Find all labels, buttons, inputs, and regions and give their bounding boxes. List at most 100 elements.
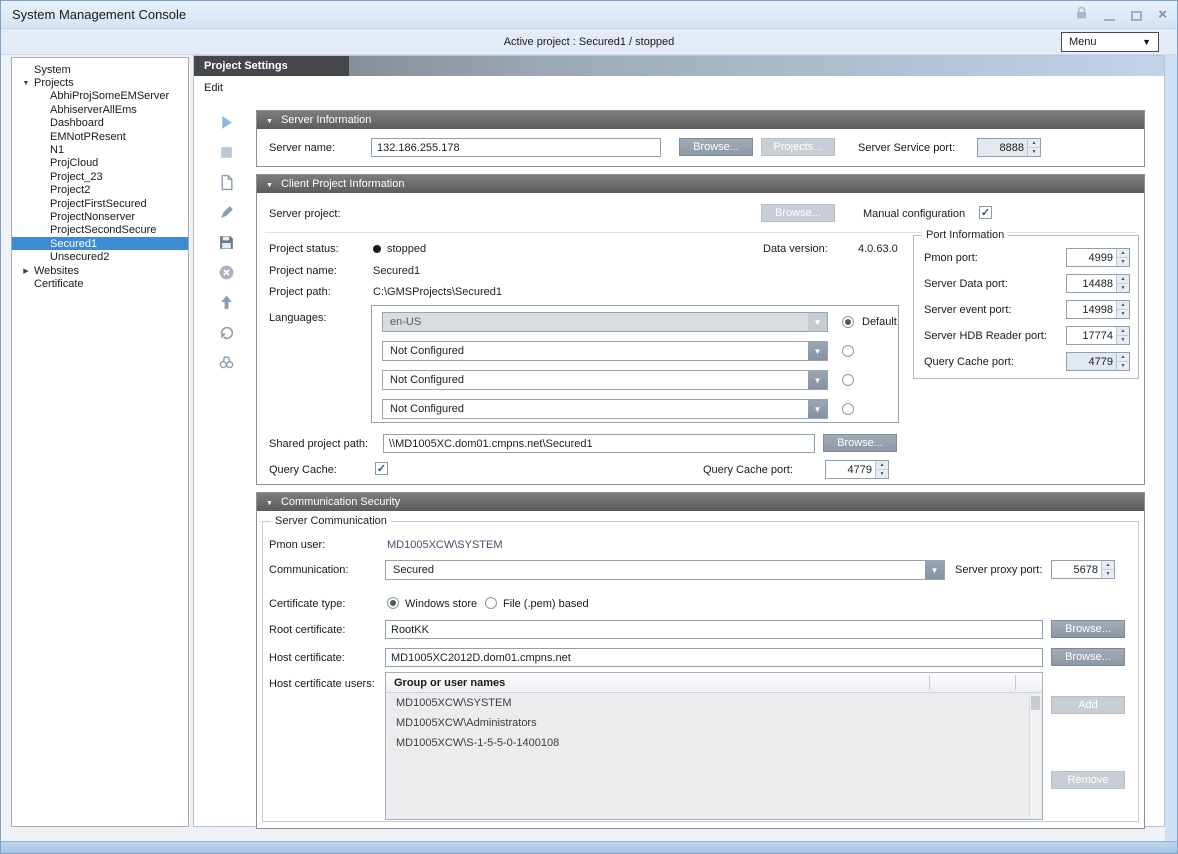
language-dropdown-1[interactable]: en-US ▼ (382, 312, 828, 332)
tab-project-settings[interactable]: Project Settings (194, 56, 349, 76)
server-information-header[interactable]: ▼Server Information (257, 111, 1144, 129)
spinner-arrows-icon[interactable]: ▲▼ (875, 461, 888, 478)
language-default-radio-1[interactable] (842, 316, 854, 328)
spinner-arrows-icon[interactable]: ▲▼ (1116, 275, 1129, 292)
tree-item-websites[interactable]: ▶Websites (12, 264, 188, 277)
port-input[interactable] (1067, 249, 1116, 266)
tree-item-project2[interactable]: Project2 (12, 184, 188, 197)
tree-item-secured1[interactable]: Secured1 (12, 237, 188, 250)
tree-item-dashboard[interactable]: Dashboard (12, 117, 188, 130)
port-spinbox[interactable]: ▲▼ (1066, 300, 1130, 319)
start-project-icon[interactable] (218, 114, 235, 131)
communication-security-header[interactable]: ▼Communication Security (257, 493, 1144, 511)
host-certificate-users-list[interactable]: Group or user names MD1005XCW\SYSTEMMD10… (385, 672, 1043, 820)
language-dropdown-4[interactable]: Not Configured ▼ (382, 399, 828, 419)
cert-user-row[interactable]: MD1005XCW\SYSTEM (386, 693, 1042, 713)
cancel-icon[interactable] (218, 264, 235, 281)
tree-item-certificate[interactable]: Certificate (12, 277, 188, 290)
server-proxy-port-input[interactable] (1052, 561, 1101, 578)
find-icon[interactable] (218, 354, 235, 371)
tree-item-project-23[interactable]: Project_23 (12, 170, 188, 183)
chevron-down-icon[interactable]: ▼ (808, 313, 827, 331)
projects-button[interactable]: Projects... (761, 138, 835, 156)
query-cache-checkbox[interactable] (375, 462, 388, 475)
client-project-information-header[interactable]: ▼Client Project Information (257, 175, 1144, 193)
restore-icon[interactable] (218, 324, 235, 341)
tree-item-projectfirstsecured[interactable]: ProjectFirstSecured (12, 197, 188, 210)
service-port-spinbox[interactable]: ▲▼ (977, 138, 1041, 157)
port-spinbox[interactable]: ▲▼ (1066, 352, 1130, 371)
port-spinbox[interactable]: ▲▼ (1066, 274, 1130, 293)
port-input[interactable] (1067, 353, 1116, 370)
spinner-arrows-icon[interactable]: ▲▼ (1116, 249, 1129, 266)
maximize-button[interactable] (1131, 11, 1142, 21)
host-certificate-input[interactable] (385, 648, 1043, 667)
cert-user-row[interactable]: MD1005XCW\S-1-5-5-0-1400108 (386, 733, 1042, 753)
minimize-button[interactable] (1104, 9, 1115, 21)
cert-user-row[interactable]: MD1005XCW\Administrators (386, 713, 1042, 733)
server-name-input[interactable] (371, 138, 661, 157)
root-certificate-browse-button[interactable]: Browse... (1051, 620, 1125, 638)
manual-configuration-checkbox[interactable] (979, 206, 992, 219)
tree-item-abhiprojsomeemserver[interactable]: AbhiProjSomeEMServer (12, 90, 188, 103)
windows-store-radio[interactable] (387, 597, 399, 609)
communication-dropdown[interactable]: Secured ▼ (385, 560, 945, 580)
language-default-radio-4[interactable] (842, 403, 854, 415)
spinner-arrows-icon[interactable]: ▲▼ (1116, 301, 1129, 318)
spinner-arrows-icon[interactable]: ▲▼ (1027, 139, 1040, 156)
language-default-radio-2[interactable] (842, 345, 854, 357)
server-browse-button[interactable]: Browse... (679, 138, 753, 156)
tree-item-projectsecondsecure[interactable]: ProjectSecondSecure (12, 224, 188, 237)
chevron-down-icon[interactable]: ▼ (18, 80, 34, 87)
port-input[interactable] (1067, 275, 1116, 292)
spinner-arrows-icon[interactable]: ▲▼ (1116, 327, 1129, 344)
new-project-icon[interactable] (218, 174, 235, 191)
chevron-down-icon[interactable]: ▼ (808, 342, 827, 360)
port-input[interactable] (1067, 327, 1116, 344)
scrollbar-thumb[interactable] (1031, 696, 1040, 710)
chevron-down-icon[interactable]: ▼ (925, 561, 944, 579)
tree-item-projectnonserver[interactable]: ProjectNonserver (12, 210, 188, 223)
shared-path-browse-button[interactable]: Browse... (823, 434, 897, 452)
port-input[interactable] (1067, 301, 1116, 318)
chevron-right-icon[interactable]: ▶ (18, 267, 34, 275)
port-spinbox[interactable]: ▲▼ (1066, 326, 1130, 345)
close-button[interactable]: × (1158, 7, 1167, 23)
stop-project-icon[interactable] (218, 144, 235, 161)
spinner-arrows-icon[interactable]: ▲▼ (1116, 353, 1129, 370)
save-icon[interactable] (218, 234, 235, 251)
tree-item-emnotpresent[interactable]: EMNotPResent (12, 130, 188, 143)
language-dropdown-2[interactable]: Not Configured ▼ (382, 341, 828, 361)
add-user-button[interactable]: Add (1051, 696, 1125, 714)
chevron-down-icon[interactable]: ▼ (808, 371, 827, 389)
edit-menu[interactable]: Edit (204, 82, 223, 94)
edit-project-icon[interactable] (218, 204, 235, 221)
menu-dropdown-button[interactable]: Menu ▼ (1061, 32, 1159, 52)
port-spinbox[interactable]: ▲▼ (1066, 248, 1130, 267)
server-proxy-port-spinbox[interactable]: ▲▼ (1051, 560, 1115, 579)
users-list-scrollbar[interactable] (1029, 694, 1041, 818)
server-project-browse-button[interactable]: Browse... (761, 204, 835, 222)
service-port-input[interactable] (978, 139, 1027, 156)
upload-icon[interactable] (218, 294, 235, 311)
remove-user-button[interactable]: Remove (1051, 771, 1125, 789)
shared-project-path-input[interactable] (383, 434, 815, 453)
language-dropdown-3[interactable]: Not Configured ▼ (382, 370, 828, 390)
tree-item-unsecured2[interactable]: Unsecured2 (12, 250, 188, 263)
column-separator[interactable] (929, 675, 930, 690)
tree-item-abhiserverallems[interactable]: AbhiserverAllEms (12, 103, 188, 116)
tree-item-n1[interactable]: N1 (12, 143, 188, 156)
column-separator[interactable] (1015, 675, 1016, 690)
tree-item-system[interactable]: System (12, 63, 188, 76)
query-cache-port-spinbox[interactable]: ▲▼ (825, 460, 889, 479)
query-cache-port-input[interactable] (826, 461, 875, 478)
pem-file-radio[interactable] (485, 597, 497, 609)
chevron-down-icon[interactable]: ▼ (808, 400, 827, 418)
tree-item-projcloud[interactable]: ProjCloud (12, 157, 188, 170)
host-certificate-browse-button[interactable]: Browse... (1051, 648, 1125, 666)
language-default-radio-3[interactable] (842, 374, 854, 386)
spinner-arrows-icon[interactable]: ▲▼ (1101, 561, 1114, 578)
root-certificate-input[interactable] (385, 620, 1043, 639)
tree-item-projects[interactable]: ▼Projects (12, 76, 188, 89)
users-list-header[interactable]: Group or user names (386, 673, 1042, 693)
